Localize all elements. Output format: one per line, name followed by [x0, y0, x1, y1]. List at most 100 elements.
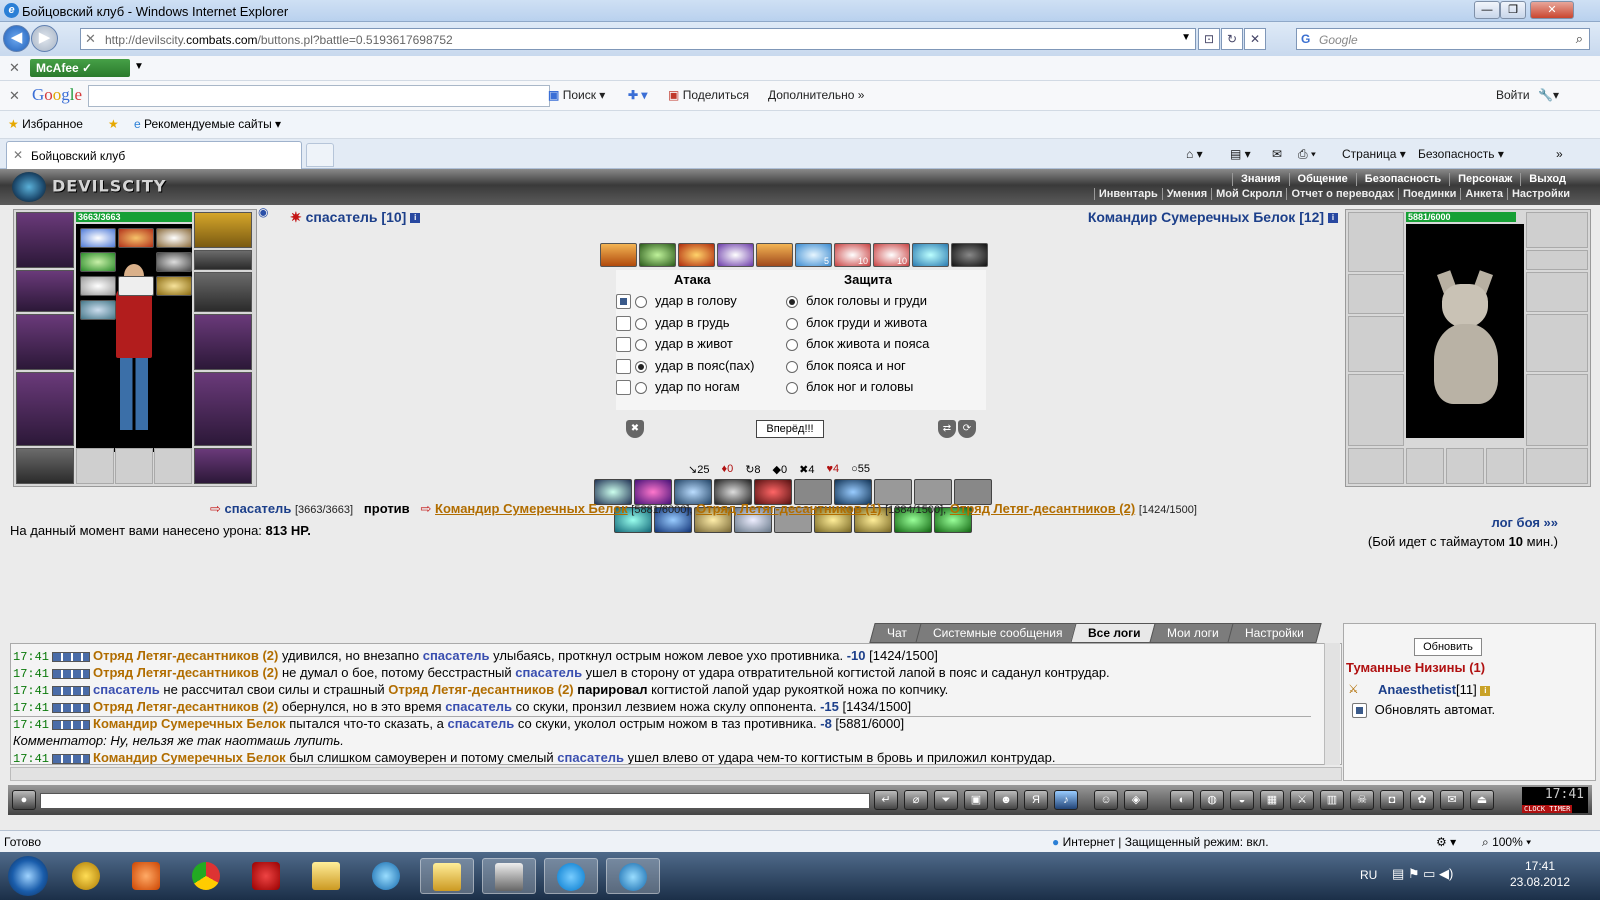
- battle-log-link[interactable]: лог боя »»: [1491, 515, 1558, 530]
- trick-icon[interactable]: [756, 243, 793, 267]
- clear-icon[interactable]: ⌀: [904, 790, 928, 810]
- attack-checkbox[interactable]: [616, 380, 631, 396]
- forward-attack-button[interactable]: Вперёд!!!: [756, 420, 824, 438]
- search-box[interactable]: G Google ⌕: [1296, 28, 1590, 50]
- attack-radio[interactable]: [635, 338, 647, 351]
- trick-icon[interactable]: [951, 243, 988, 267]
- maximize-button[interactable]: ❐: [1500, 1, 1526, 19]
- new-tab-button[interactable]: [306, 143, 334, 167]
- defense-radio[interactable]: [786, 338, 798, 351]
- start-button[interactable]: [8, 856, 48, 896]
- close-toolbar-icon[interactable]: ✕: [9, 60, 20, 76]
- attack-belly[interactable]: удар в живот: [616, 334, 733, 354]
- defense-radio[interactable]: [786, 317, 798, 330]
- print-icon[interactable]: ⎙ ▾: [1298, 147, 1316, 162]
- gloves-slot[interactable]: [1526, 272, 1588, 312]
- chat-log[interactable]: 17:41 Отряд Летяг-десантников (2) удивилс…: [10, 643, 1342, 765]
- weapon-left-slot[interactable]: [1348, 316, 1404, 372]
- tray-clock[interactable]: 17:41 23.08.2012: [1500, 858, 1580, 890]
- taskbar-app[interactable]: [482, 858, 536, 894]
- minimize-button[interactable]: —: [1474, 1, 1500, 19]
- buff-icon[interactable]: [80, 252, 116, 272]
- weapon-left-slot[interactable]: [16, 314, 74, 370]
- tab-all-logs[interactable]: Все логи: [1070, 623, 1159, 643]
- suggested-sites[interactable]: e Рекомендуемые сайты ▾: [134, 117, 281, 131]
- stop-icon[interactable]: ✕: [1244, 28, 1266, 50]
- mask-icon[interactable]: ◈: [1124, 790, 1148, 810]
- attack-legs[interactable]: удар по ногам: [616, 377, 740, 397]
- taskbar-app[interactable]: [120, 858, 174, 894]
- online-user[interactable]: Anaesthetist[11] i: [1378, 682, 1491, 697]
- security-zone[interactable]: ● Интернет | Защищенный режим: вкл.: [1052, 835, 1269, 849]
- player-name[interactable]: ✷ спасатель [10] i: [290, 209, 421, 226]
- shield-icon[interactable]: ⇄: [938, 420, 956, 438]
- share-button[interactable]: ▣ Поделиться: [668, 88, 749, 102]
- menu-skills[interactable]: Умения: [1161, 188, 1211, 200]
- smiley-icon[interactable]: ☺: [1094, 790, 1118, 810]
- chest-icon[interactable]: ▦: [1260, 790, 1284, 810]
- enemy-link-1[interactable]: Командир Сумеречных Белок: [435, 501, 628, 516]
- compat-view-icon[interactable]: ⊡: [1198, 28, 1220, 50]
- wrench-icon[interactable]: 🔧▾: [1538, 88, 1559, 102]
- taskbar-app[interactable]: [240, 858, 294, 894]
- menu-inventory[interactable]: Инвентарь: [1093, 188, 1162, 200]
- keyboard-language[interactable]: RU: [1360, 868, 1377, 882]
- back-button[interactable]: ◀: [3, 25, 30, 52]
- rings-slot[interactable]: [1526, 250, 1588, 270]
- send-icon[interactable]: ↵: [874, 790, 898, 810]
- refresh-icon[interactable]: ↻: [1221, 28, 1243, 50]
- tab-fight-club[interactable]: ✕ Бойцовский клуб: [6, 141, 302, 169]
- empty-slot[interactable]: [1406, 448, 1444, 484]
- refresh-button[interactable]: Обновить: [1414, 638, 1482, 656]
- menu-security[interactable]: Безопасность: [1355, 173, 1449, 186]
- google-search-input[interactable]: [88, 85, 550, 107]
- favorites-button[interactable]: ★ Избранное: [8, 117, 83, 131]
- google-search-button[interactable]: ▣ Поиск ▾: [548, 88, 605, 102]
- leggings-slot[interactable]: [194, 372, 252, 446]
- potion-icon[interactable]: ◍: [1200, 790, 1224, 810]
- attack-head[interactable]: удар в голову: [616, 291, 737, 311]
- protected-mode-icon[interactable]: ⚙ ▾: [1436, 835, 1456, 849]
- tab-chat-settings[interactable]: Настройки: [1227, 623, 1322, 643]
- menu-profile[interactable]: Анкета: [1460, 188, 1507, 200]
- block-head-chest[interactable]: блок головы и груди: [786, 291, 927, 311]
- helmet-slot[interactable]: [1348, 212, 1404, 272]
- amulet-slot[interactable]: [1526, 212, 1588, 248]
- shield-icon[interactable]: ✖: [626, 420, 644, 438]
- menu-communication[interactable]: Общение: [1288, 173, 1356, 186]
- amulet-slot[interactable]: [194, 212, 252, 248]
- armor-slot[interactable]: [16, 372, 74, 446]
- mcafee-button[interactable]: McAfee ✓: [30, 59, 130, 77]
- block-chest-belly[interactable]: блок груди и живота: [786, 313, 927, 333]
- sword-icon[interactable]: ⚔: [1290, 790, 1314, 810]
- attack-radio[interactable]: [635, 295, 647, 308]
- buff-icon[interactable]: [80, 228, 116, 248]
- chevron-more-icon[interactable]: »: [1556, 147, 1563, 161]
- attack-checkbox[interactable]: [616, 316, 631, 332]
- menu-exit[interactable]: Выход: [1520, 173, 1574, 186]
- page-menu[interactable]: Страница ▾: [1342, 147, 1406, 161]
- music-icon[interactable]: ♪: [1054, 790, 1078, 810]
- buff-icon[interactable]: [80, 276, 116, 296]
- trick-icon[interactable]: [600, 243, 637, 267]
- helmet-slot[interactable]: [16, 212, 74, 268]
- boots-slot[interactable]: [1526, 448, 1588, 484]
- menu-transfers[interactable]: Отчет о переводах: [1286, 188, 1398, 200]
- buff-icon[interactable]: [156, 228, 192, 248]
- enemy-link-2[interactable]: Отряд Летяг-десантников (1): [696, 501, 881, 516]
- fight-icon[interactable]: ⚔: [1348, 682, 1359, 696]
- chat-input[interactable]: [40, 793, 870, 809]
- attack-chest[interactable]: удар в грудь: [616, 313, 730, 333]
- enemy-avatar[interactable]: [1406, 224, 1524, 438]
- empty-slot[interactable]: [115, 448, 153, 484]
- taskbar-app-ie-active[interactable]: [606, 858, 660, 894]
- checkbox[interactable]: [1352, 703, 1367, 719]
- attack-checkbox[interactable]: [616, 359, 631, 375]
- translit-icon[interactable]: Я: [1024, 790, 1048, 810]
- menu-character[interactable]: Персонаж: [1449, 173, 1520, 186]
- menu-knowledge[interactable]: Знания: [1232, 173, 1288, 186]
- trick-icon[interactable]: 5: [795, 243, 832, 267]
- trick-icon[interactable]: [717, 243, 754, 267]
- save-icon[interactable]: ▣: [964, 790, 988, 810]
- empty-slot[interactable]: [1446, 448, 1484, 484]
